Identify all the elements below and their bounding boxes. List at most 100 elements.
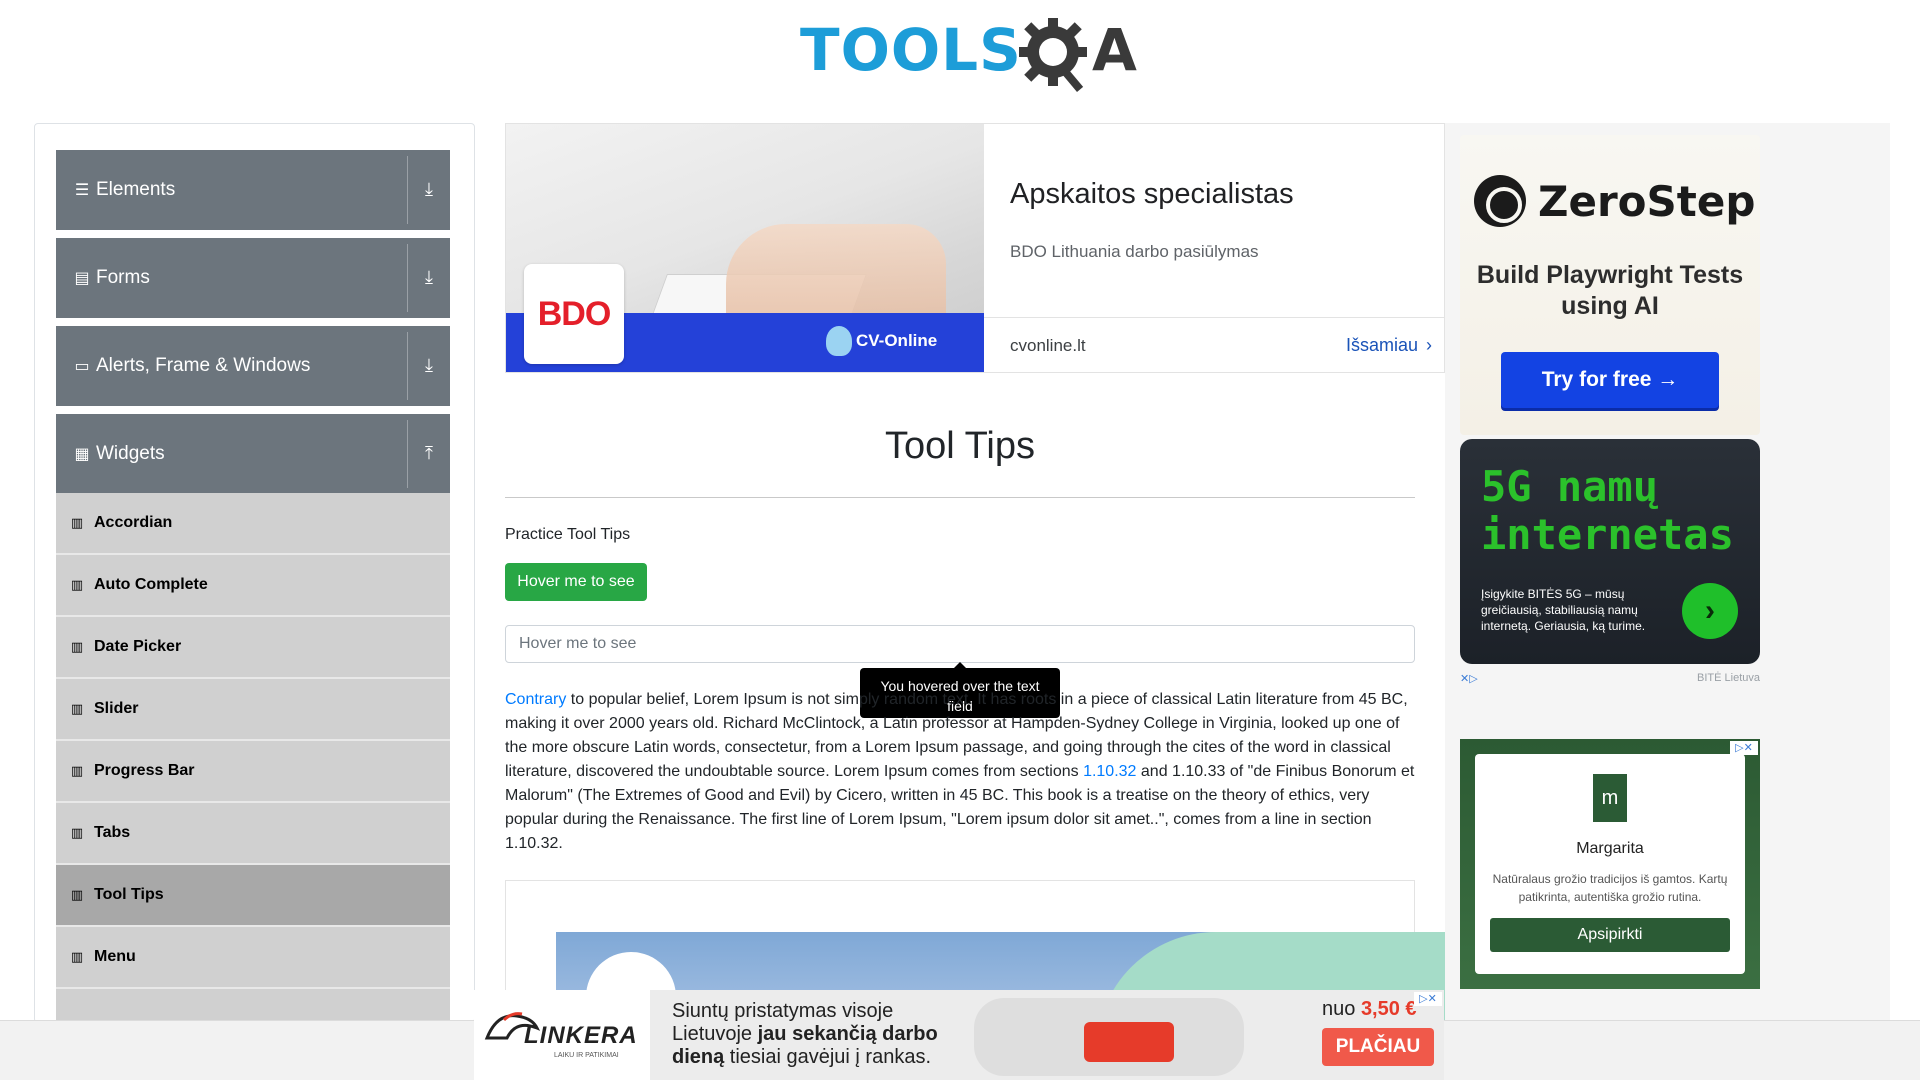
divider [407, 244, 408, 312]
group-label: Elements [96, 179, 176, 200]
group-label: Forms [96, 267, 150, 288]
list-icon: ▥ [70, 887, 84, 902]
arrow-right-icon[interactable]: › [1682, 583, 1738, 639]
group-header-alerts[interactable]: ▭ Alerts, Frame & Windows ⤓ [56, 326, 450, 406]
sidebar-item-partial[interactable] [56, 989, 450, 1022]
ad-text-bold: dieną [672, 1046, 725, 1068]
zerostep-logo: ZeroStep [1474, 175, 1755, 227]
sidebar-item-auto-complete[interactable]: ▥ Auto Complete [56, 555, 450, 617]
list-icon: ▥ [70, 515, 84, 530]
menu-item-label: Tabs [94, 824, 131, 841]
ad-text-bold: jau sekančią darbo [757, 1023, 938, 1045]
group-header-elements[interactable]: ☰ Elements ⤓ [56, 150, 450, 230]
try-free-button[interactable]: Try for free → [1501, 352, 1719, 408]
menu-item-label: Progress Bar [94, 762, 195, 779]
cvonline-logo: CV-Online [826, 326, 937, 356]
divider [984, 317, 1444, 318]
shop-button[interactable]: Apsipirkti [1490, 918, 1730, 952]
section-link[interactable]: 1.10.32 [1083, 763, 1136, 780]
download-icon[interactable]: ⤓ [416, 264, 442, 290]
list-icon: ▥ [70, 701, 84, 716]
upload-icon[interactable]: ⤒ [416, 440, 442, 466]
list-icon: ▥ [70, 577, 84, 592]
document-icon: ▤ [74, 270, 90, 287]
margarita-name: Margarita [1576, 840, 1644, 857]
sidebar-item-menu[interactable]: ▥ Menu [56, 927, 450, 989]
menu-item-label: Tool Tips [94, 886, 164, 903]
bdo-logo-text: BDO [537, 294, 612, 333]
price-label: nuo 3,50 € [1322, 998, 1417, 1021]
more-button[interactable]: PLAČIAU [1322, 1028, 1434, 1066]
adchoices-icon[interactable]: ▷✕ [1730, 741, 1758, 755]
truck-icon [1084, 1022, 1174, 1062]
download-icon[interactable]: ⤓ [416, 352, 442, 378]
list-icon: ▥ [70, 639, 84, 654]
logo-text-tools: TOOLS [800, 16, 1022, 84]
menu-item-label: Date Picker [94, 638, 182, 655]
fiveg-title: 5G namų internetas [1481, 462, 1734, 559]
hover-me-button[interactable]: Hover me to see [505, 563, 647, 601]
sidebar-item-progress-bar[interactable]: ▥ Progress Bar [56, 741, 450, 803]
linkera-name: LINKERA [524, 1022, 638, 1049]
divider [505, 497, 1415, 498]
page-title: Tool Tips [885, 425, 1035, 467]
ad-brand: BITĖ Lietuva [1697, 672, 1760, 684]
margarita-ad[interactable]: m Margarita Natūralaus grožio tradicijos… [1460, 739, 1760, 989]
bite-5g-ad[interactable]: 5G namų internetas Įsigykite BITĖS 5G – … [1460, 439, 1760, 664]
list-icon: ▥ [70, 949, 84, 964]
ad-domain: cvonline.lt [1010, 336, 1086, 355]
ad-title[interactable]: Apskaitos specialistas [1010, 178, 1294, 211]
price-amount: 3,50 € [1360, 998, 1417, 1020]
ad-text-line: Siuntų pristatymas visoje [672, 1000, 894, 1022]
linkera-ad[interactable]: LINKERA LAIKU IR PATIKIMAI Siuntų prista… [474, 990, 1444, 1080]
margarita-card: m Margarita Natūralaus grožio tradicijos… [1475, 754, 1745, 974]
practice-label: Practice Tool Tips [505, 526, 631, 543]
sidebar-item-date-picker[interactable]: ▥ Date Picker [56, 617, 450, 679]
hover-me-input[interactable] [505, 625, 1415, 663]
ad-photo: BDO CV-Online [506, 124, 984, 372]
ad-text-line: tiesiai gavėjui į rankas. [724, 1046, 932, 1068]
toolsqa-logo[interactable]: TOOLS A [800, 14, 1137, 94]
widgets-menu-list: ▥ Accordian ▥ Auto Complete ▥ Date Picke… [56, 493, 450, 1022]
adchoices-icon[interactable]: ▷✕ [1414, 992, 1442, 1006]
menu-item-label: Menu [94, 948, 136, 965]
margarita-logo: m [1593, 774, 1627, 822]
chevron-right-icon: › [1426, 335, 1433, 355]
cvonline-mark-icon [826, 326, 852, 356]
menu-icon: ☰ [74, 182, 90, 199]
widgets-icon: ▦ [74, 446, 90, 463]
zerostep-brand: ZeroStep [1538, 176, 1756, 226]
margarita-desc: Natūralaus grožio tradicijos iš gamtos. … [1492, 872, 1728, 904]
sidebar-item-tabs[interactable]: ▥ Tabs [56, 803, 450, 865]
left-panel-menu: ☰ Elements ⤓ ▤ Forms ⤓ ▭ Alerts, Frame &… [34, 123, 475, 1023]
zerostep-mark-icon [1474, 175, 1526, 227]
linkera-tagline: LAIKU IR PATIKIMAI [554, 1052, 619, 1059]
cvonline-text: CV-Online [856, 331, 938, 350]
sidebar-item-slider[interactable]: ▥ Slider [56, 679, 450, 741]
group-header-forms[interactable]: ▤ Forms ⤓ [56, 238, 450, 318]
ad-more-link[interactable]: Išsamiau › [1346, 335, 1432, 356]
ad-footer: ✕▷ BITĖ Lietuva [1460, 672, 1760, 686]
price-prefix: nuo [1322, 998, 1361, 1020]
top-ad-banner[interactable]: BDO CV-Online Apskaitos specialistas BDO… [505, 123, 1445, 373]
menu-item-label: Accordian [94, 514, 173, 531]
zerostep-ad[interactable]: ZeroStep Build Playwright Tests using AI… [1460, 135, 1760, 435]
menu-item-label: Auto Complete [94, 576, 208, 593]
download-icon[interactable]: ⤓ [416, 176, 442, 202]
sidebar-item-tool-tips[interactable]: ▥ Tool Tips [56, 865, 450, 927]
list-icon: ▥ [70, 825, 84, 840]
adchoices-icon[interactable]: ✕▷ [1460, 672, 1488, 686]
group-header-widgets[interactable]: ▦ Widgets ⤒ [56, 414, 450, 494]
ad-subtitle: BDO Lithuania darbo pasiūlymas [1010, 242, 1259, 261]
site-header: TOOLS A [0, 0, 1920, 110]
linkera-text: Siuntų pristatymas visoje Lietuvoje jau … [672, 1000, 972, 1069]
contrary-link[interactable]: Contrary [505, 691, 566, 708]
fiveg-text: Įsigykite BITĖS 5G – mūsų greičiausią, s… [1481, 587, 1646, 633]
ad-more-label: Išsamiau [1346, 335, 1419, 355]
bdo-logo: BDO [524, 264, 624, 364]
zerostep-headline: Build Playwright Tests using AI [1476, 261, 1744, 320]
list-icon: ▥ [70, 763, 84, 778]
divider [407, 332, 408, 400]
sidebar-item-accordian[interactable]: ▥ Accordian [56, 493, 450, 555]
group-label: Alerts, Frame & Windows [96, 355, 311, 376]
